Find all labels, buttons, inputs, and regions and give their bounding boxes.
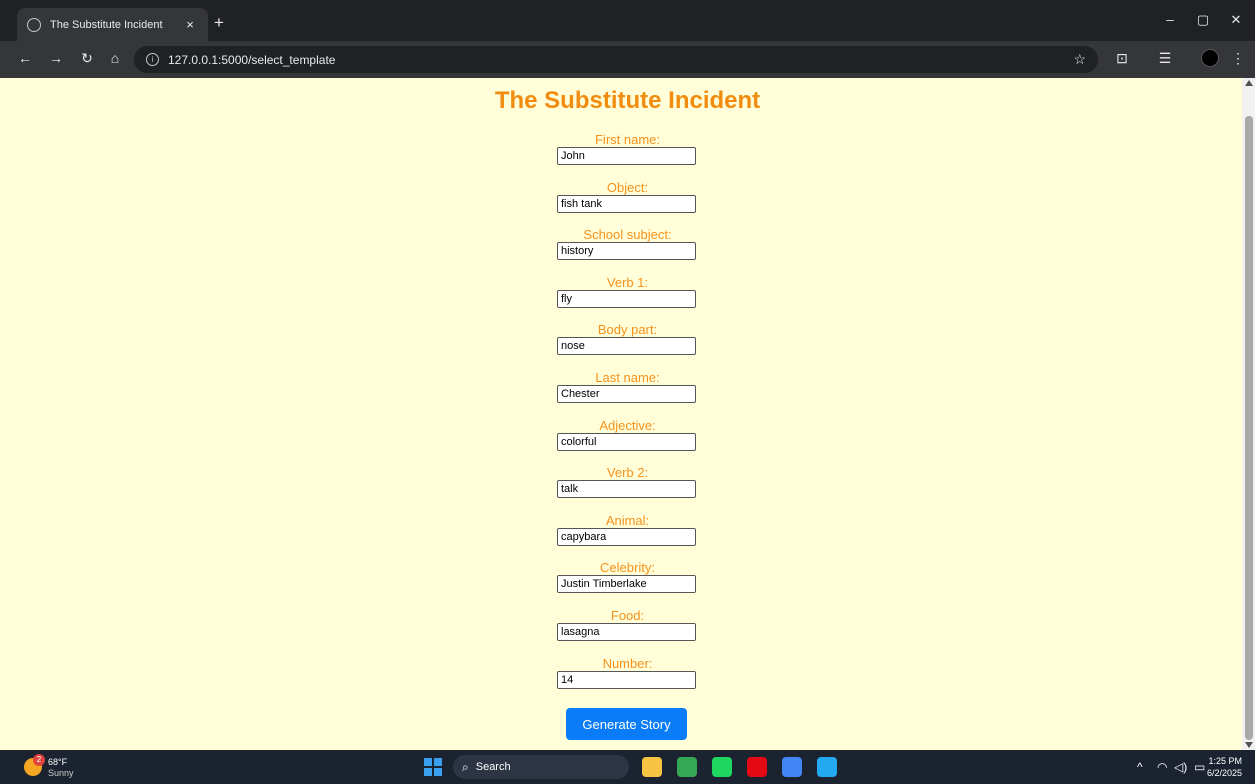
browser-tab-strip: The Substitute Incident × + – ▢ ✕ (0, 0, 1255, 41)
clock-time[interactable]: 1:25 PM (1206, 756, 1242, 766)
form-field: First name: (0, 132, 1242, 165)
field-input[interactable] (557, 575, 696, 594)
tray-chevron-icon[interactable]: ^ (1137, 760, 1143, 774)
browser-menu-icon[interactable]: ⋮ (1229, 50, 1247, 67)
field-label: Adjective: (599, 417, 656, 433)
reload-button[interactable]: ↻ (78, 50, 96, 67)
scroll-down-arrow-icon[interactable] (1245, 742, 1253, 748)
profile-avatar[interactable] (1201, 49, 1219, 67)
extensions-icon[interactable]: ⊡ (1113, 50, 1131, 67)
field-label: First name: (594, 132, 660, 147)
file-explorer-icon[interactable] (642, 757, 662, 777)
field-input[interactable] (557, 670, 696, 689)
address-url[interactable]: 127.0.0.1:5000/select_template (168, 53, 1073, 67)
field-label: Verb 1: (606, 274, 649, 290)
tab-title: The Substitute Incident (50, 18, 163, 31)
home-button[interactable]: ⌂ (106, 50, 124, 66)
weather-condition[interactable]: Sunny (48, 768, 74, 778)
restore-button[interactable]: ▢ (1193, 12, 1213, 28)
volume-icon[interactable]: ◁) (1174, 760, 1187, 774)
back-button[interactable]: ← (16, 50, 34, 66)
form-field: Last name: (0, 370, 1242, 403)
scroll-up-arrow-icon[interactable] (1245, 80, 1253, 86)
form-field: Verb 2: (0, 465, 1242, 499)
minimize-button[interactable]: – (1160, 12, 1180, 27)
window-close-button[interactable]: ✕ (1226, 12, 1246, 28)
netflix-icon[interactable] (747, 757, 767, 777)
field-label: Body part: (597, 322, 658, 338)
field-label: School subject: (583, 227, 672, 243)
field-label: Verb 2: (606, 465, 649, 481)
form-field: Number: (0, 655, 1242, 689)
field-label: Celebrity: (600, 560, 655, 576)
field-label: Number: (602, 655, 653, 671)
tab-close-icon[interactable]: × (182, 17, 198, 32)
chrome-icon[interactable] (677, 757, 697, 777)
page-title: The Substitute Incident (494, 87, 761, 114)
field-input[interactable] (557, 385, 696, 403)
globe-icon (27, 17, 41, 32)
generate-story-button[interactable]: Generate Story (566, 708, 687, 740)
chrome-profile-icon[interactable] (782, 757, 802, 777)
clock-date[interactable]: 6/2/2025 (1200, 768, 1242, 778)
search-label: Search (475, 761, 511, 773)
field-input[interactable] (557, 147, 696, 165)
field-input[interactable] (557, 432, 696, 451)
field-label: Last name: (595, 370, 660, 385)
field-input[interactable] (557, 242, 696, 261)
form-field: Animal: (0, 512, 1242, 546)
browser-toolbar: ← → ↻ ⌂ i 127.0.0.1:5000/select_template… (0, 41, 1255, 78)
new-tab-button[interactable]: + (214, 13, 224, 33)
bookmark-star-icon[interactable]: ☆ (1073, 51, 1086, 68)
form-field: School subject: (0, 227, 1242, 261)
forward-button[interactable]: → (47, 50, 65, 66)
spotify-icon[interactable] (712, 757, 732, 777)
weather-temperature[interactable]: 68°F (48, 757, 67, 767)
page-scrollbar[interactable] (1242, 78, 1255, 750)
field-label: Object: (606, 179, 649, 195)
field-label: Food: (610, 608, 645, 623)
taskbar-search[interactable]: ⌕ Search (453, 755, 629, 779)
form-field: Object: (0, 179, 1242, 213)
scrollbar-thumb[interactable] (1245, 116, 1253, 740)
search-icon: ⌕ (462, 759, 469, 774)
page-viewport: The Substitute Incident First name: Objec… (0, 78, 1242, 750)
reading-list-icon[interactable]: ☰ (1156, 50, 1174, 67)
field-input[interactable] (557, 623, 696, 641)
field-input[interactable] (557, 337, 696, 356)
field-input[interactable] (557, 289, 696, 308)
field-input[interactable] (557, 527, 696, 546)
address-bar[interactable]: i 127.0.0.1:5000/select_template ☆ (134, 46, 1098, 73)
field-input[interactable] (557, 480, 696, 499)
field-label: Animal: (605, 512, 650, 528)
form-field: Food: (0, 608, 1242, 641)
weather-badge: 2 (33, 754, 45, 766)
form-field: Adjective: (0, 417, 1242, 451)
windows-start-icon[interactable] (424, 758, 442, 776)
vscode-icon[interactable] (817, 757, 837, 777)
field-input[interactable] (557, 194, 696, 213)
browser-tab[interactable]: The Substitute Incident × (17, 8, 208, 41)
windows-taskbar: 2 68°F Sunny ⌕ Search ^ ◠ ◁) ▭ 1:25 PM 6… (0, 750, 1255, 784)
wifi-icon[interactable]: ◠ (1157, 760, 1167, 774)
form-field: Body part: (0, 322, 1242, 356)
site-info-icon[interactable]: i (146, 53, 159, 66)
form-field: Celebrity: (0, 560, 1242, 594)
form-field: Verb 1: (0, 274, 1242, 308)
